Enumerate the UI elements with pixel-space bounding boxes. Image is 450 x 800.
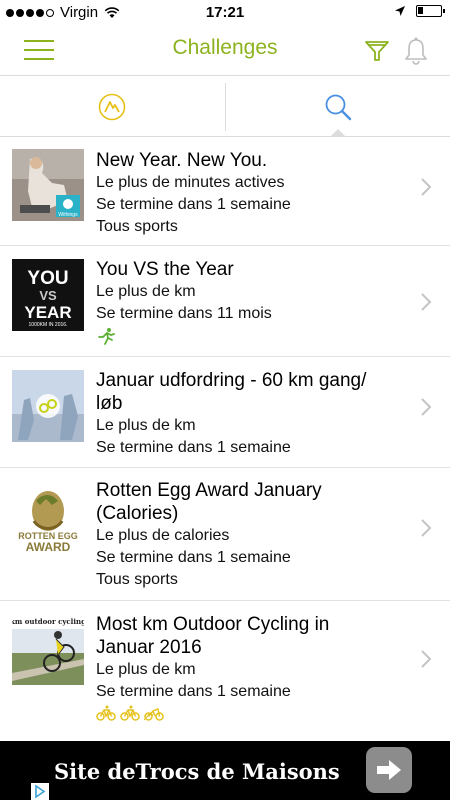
challenge-sports: Tous sports — [96, 571, 178, 588]
cycling-icon — [120, 705, 140, 721]
ad-open-button[interactable] — [366, 747, 412, 793]
tab-challenges[interactable] — [0, 77, 225, 136]
svg-text:AWARD: AWARD — [26, 540, 71, 553]
chevron-right-icon — [421, 650, 432, 668]
svg-text:VS: VS — [39, 288, 57, 303]
challenge-metric: Le plus de minutes actives — [96, 174, 285, 191]
cycling-icon — [96, 705, 116, 721]
challenge-title-cont: løb — [96, 393, 123, 414]
challenge-thumbnail: km outdoor cycling — [12, 613, 84, 685]
challenge-thumbnail: Withings — [12, 149, 84, 221]
search-icon — [325, 94, 351, 120]
svg-text:YOU: YOU — [27, 268, 68, 289]
list-item[interactable]: ROTTEN EGG AWARD Rotten Egg Award Januar… — [0, 468, 450, 601]
challenge-thumbnail — [12, 370, 84, 442]
challenge-text: Most km Outdoor Cycling in Januar 2016 L… — [96, 613, 406, 721]
challenge-end: Se termine dans 1 semaine — [96, 439, 291, 456]
arrow-right-icon — [377, 760, 401, 780]
list-item[interactable]: YOU VS YEAR 1000KM IN 2016. You VS the Y… — [0, 246, 450, 357]
list-item[interactable]: Januar udfordring - 60 km gang/ løb Le p… — [0, 357, 450, 468]
status-right — [394, 5, 445, 17]
challenge-title-cont: (Calories) — [96, 503, 179, 524]
challenge-title: Rotten Egg Award January — [96, 480, 322, 501]
challenge-thumbnail: ROTTEN EGG AWARD — [12, 481, 84, 553]
svg-text:1000KM IN 2016.: 1000KM IN 2016. — [29, 322, 68, 328]
challenge-text: You VS the Year Le plus de km Se termine… — [96, 258, 406, 350]
challenge-thumbnail: YOU VS YEAR 1000KM IN 2016. — [12, 259, 84, 331]
challenge-text: Rotten Egg Award January (Calories) Le p… — [96, 479, 406, 591]
challenge-title-cont: Januar 2016 — [96, 637, 202, 658]
filter-icon[interactable] — [362, 36, 392, 66]
list-item[interactable]: km outdoor cycling Most km Outdoor Cycli… — [0, 601, 450, 734]
challenge-metric: Le plus de km — [96, 661, 196, 678]
challenge-title: You VS the Year — [96, 259, 234, 280]
chevron-right-icon — [421, 178, 432, 196]
challenge-title: Most km Outdoor Cycling in — [96, 614, 330, 635]
chevron-right-icon — [421, 398, 432, 416]
ad-text: Site deTrocs de Maisons — [54, 759, 340, 784]
challenge-text: Januar udfordring - 60 km gang/ løb Le p… — [96, 369, 406, 459]
status-bar: Virgin 17:21 — [0, 0, 450, 26]
challenge-end: Se termine dans 1 semaine — [96, 683, 291, 700]
nav-bar: Challenges — [0, 26, 450, 76]
challenge-metric: Le plus de km — [96, 283, 196, 300]
thumb-label: Withings — [58, 212, 78, 218]
list-item[interactable]: Withings New Year. New You. Le plus de m… — [0, 137, 450, 246]
svg-text:YEAR: YEAR — [24, 303, 71, 322]
challenge-title: New Year. New You. — [96, 150, 268, 171]
status-time: 17:21 — [205, 4, 245, 21]
tab-search[interactable] — [226, 77, 450, 137]
challenge-list: Withings New Year. New You. Le plus de m… — [0, 137, 450, 734]
adchoices-icon[interactable] — [31, 783, 49, 800]
sport-icons — [96, 705, 406, 721]
chevron-right-icon — [421, 293, 432, 311]
svg-text:km outdoor cycling: km outdoor cycling — [12, 617, 84, 626]
challenge-end: Se termine dans 11 mois — [96, 305, 272, 322]
challenge-text: New Year. New You. Le plus de minutes ac… — [96, 149, 406, 238]
challenge-end: Se termine dans 1 semaine — [96, 196, 291, 213]
ad-banner[interactable]: Site deTrocs de Maisons — [0, 741, 450, 800]
mountain-bike-icon — [144, 708, 164, 721]
chevron-right-icon — [421, 519, 432, 537]
challenge-title: Januar udfordring - 60 km gang/ — [96, 370, 367, 391]
challenge-end: Se termine dans 1 semaine — [96, 549, 291, 566]
challenge-sports: Tous sports — [96, 218, 178, 235]
mountain-challenge-icon — [98, 93, 126, 120]
challenge-metric: Le plus de km — [96, 417, 196, 434]
location-arrow-icon — [395, 6, 405, 16]
challenge-metric: Le plus de calories — [96, 527, 230, 544]
bell-icon[interactable] — [402, 36, 430, 66]
segmented-tabs — [0, 77, 450, 137]
running-icon — [98, 328, 115, 345]
battery-icon — [416, 5, 445, 17]
